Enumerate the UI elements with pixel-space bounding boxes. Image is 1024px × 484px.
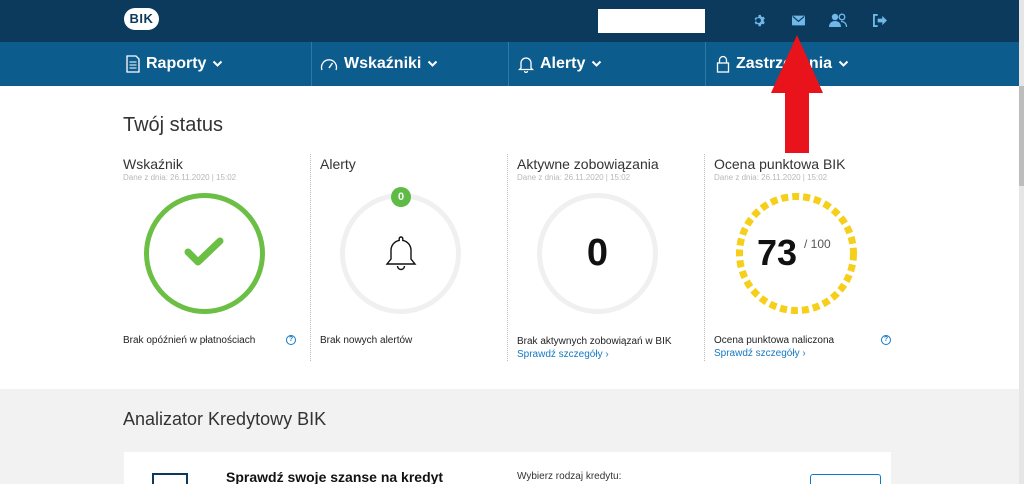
analyzer-heading: Sprawdź swoje szanse na kredyt xyxy=(226,469,444,484)
score-value: 73 xyxy=(757,232,798,273)
column-separator xyxy=(704,154,705,361)
document-icon xyxy=(126,55,140,73)
scrollbar-track[interactable] xyxy=(1019,0,1024,484)
alerty-badge: 0 xyxy=(391,187,411,207)
nav-alerty-label: Alerty xyxy=(540,55,586,72)
wskaznik-date: Dane z dnia: 26.11.2020 | 15:02 xyxy=(123,173,237,182)
annotation-arrow xyxy=(771,35,823,153)
ocena-caption: Ocena punktowa naliczona xyxy=(714,335,835,346)
ocena-date: Dane z dnia: 26.11.2020 | 15:02 xyxy=(714,173,828,182)
zobowiazania-caption: Brak aktywnych zobowiązań w BIK xyxy=(517,336,672,347)
column-separator xyxy=(310,154,311,361)
main-nav: Raporty Wskaźniki Alerty Zastrzeżenia xyxy=(0,42,1019,86)
analyzer-title: Analizator Kredytowy BIK xyxy=(123,409,327,429)
wskaznik-title: Wskaźnik xyxy=(123,156,183,172)
nav-separator xyxy=(311,42,312,86)
nav-raporty-label: Raporty xyxy=(146,55,207,72)
bik-logo[interactable]: BIK xyxy=(124,8,159,30)
lock-icon xyxy=(716,55,730,73)
score-max: / 100 xyxy=(804,237,831,251)
top-bar: BIK xyxy=(0,0,1019,42)
ocena-title: Ocena punktowa BIK xyxy=(714,156,846,172)
users-icon[interactable] xyxy=(828,10,848,30)
chevron-down-icon xyxy=(838,60,849,67)
user-name-box xyxy=(598,9,705,33)
status-title: Twój status xyxy=(123,114,224,136)
ocena-details-link[interactable]: Sprawdź szczegóły › xyxy=(714,348,806,359)
gear-icon[interactable] xyxy=(748,10,768,30)
help-icon[interactable]: ? xyxy=(286,335,296,345)
alerty-title: Alerty xyxy=(320,156,356,172)
calculator-icon xyxy=(152,473,188,484)
bell-icon xyxy=(385,236,417,271)
nav-wskazniki-label: Wskaźniki xyxy=(344,55,422,72)
column-separator xyxy=(507,154,508,361)
chevron-down-icon xyxy=(213,60,223,67)
alerty-caption: Brak nowych alertów xyxy=(320,335,413,346)
nav-separator xyxy=(705,42,706,86)
chevron-down-icon xyxy=(592,60,602,67)
wskaznik-caption: Brak opóźnień w płatnościach xyxy=(123,335,256,346)
nav-raporty[interactable]: Raporty xyxy=(126,42,223,86)
nav-alerty[interactable]: Alerty xyxy=(518,42,602,86)
nav-wskazniki[interactable]: Wskaźniki xyxy=(320,42,438,86)
envelope-icon[interactable] xyxy=(788,10,808,30)
zobowiazania-title: Aktywne zobowiązania xyxy=(517,156,659,172)
scrollbar-thumb[interactable] xyxy=(1019,86,1024,186)
zobowiazania-details-link[interactable]: Sprawdź szczegóły › xyxy=(517,349,609,360)
logout-icon[interactable] xyxy=(869,10,889,30)
analyzer-button[interactable] xyxy=(810,474,881,484)
bell-icon xyxy=(518,57,534,73)
zobowiazania-value: 0 xyxy=(586,232,609,274)
chevron-down-icon xyxy=(428,60,438,67)
zobowiazania-date: Dane z dnia: 26.11.2020 | 15:02 xyxy=(517,173,631,182)
nav-separator xyxy=(508,42,509,86)
help-icon[interactable]: ? xyxy=(881,335,891,345)
gauge-icon xyxy=(320,59,338,71)
credit-type-label: Wybierz rodzaj kredytu: xyxy=(517,471,622,482)
check-icon xyxy=(184,237,224,266)
